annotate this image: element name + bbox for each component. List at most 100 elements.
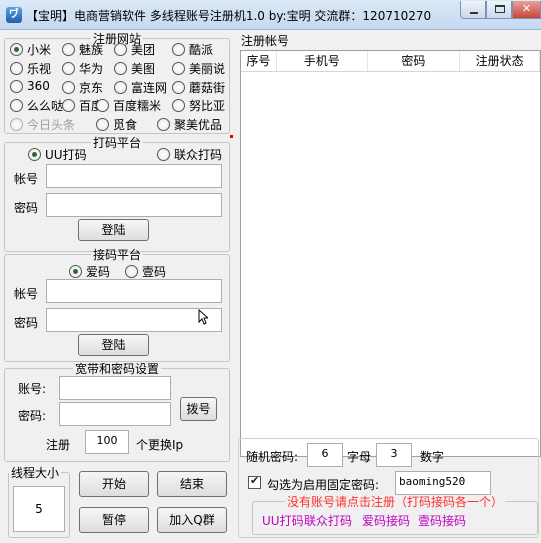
site-radio-3[interactable]: 酷派 [172,41,213,58]
radio-indicator [96,118,109,131]
fixed-password-label: 勾选为启用固定密码: [267,478,380,492]
radio-indicator [10,43,23,56]
random-letters-input[interactable]: 6 [307,443,343,467]
window-title: 【宝明】电商营销软件 多线程账号注册机1.0 by:宝明 交流群：1207102… [26,9,432,23]
site-radio-15[interactable]: 努比亚 [172,97,225,114]
close-icon: ✕ [521,2,532,15]
link-yima-sms[interactable]: 壹码接码 [418,512,466,529]
site-label: 华为 [79,62,104,76]
random-password-label: 随机密码: [246,450,299,464]
accounts-table[interactable]: 序号 手机号 密码 注册状态 [240,50,541,457]
sms-account-input[interactable] [46,279,222,303]
site-radio-10[interactable]: 富连网 [114,79,167,96]
digits-label: 数字 [420,450,445,464]
radio-label: 壹码 [142,265,167,279]
radio-indicator [172,43,185,56]
close-button[interactable]: ✕ [512,1,541,19]
radio-indicator [10,62,23,75]
broadband-account-input[interactable] [59,376,171,400]
register-count-label: 注册 [46,438,71,452]
random-digits-input[interactable]: 3 [376,443,412,467]
radio-indicator [28,148,41,161]
radio-label: UU打码 [45,148,87,162]
site-label: 百度糯米 [113,99,162,113]
broadband-password-input[interactable] [59,402,171,426]
maximize-icon [495,5,505,13]
thread-size-input[interactable]: 5 [13,486,65,532]
radio-indicator [10,79,23,93]
column-header-password[interactable]: 密码 [368,51,461,71]
site-radio-5[interactable]: 华为 [62,60,103,77]
site-label: 聚美优品 [174,118,223,132]
maximize-button[interactable] [486,1,512,19]
captcha-account-input[interactable] [46,164,222,188]
site-radio-11[interactable]: 蘑菇街 [172,79,225,96]
column-header-phone[interactable]: 手机号 [277,51,368,71]
radio-uu-captcha[interactable]: UU打码 [28,146,87,163]
column-header-status[interactable]: 注册状态 [460,51,540,71]
captcha-password-input[interactable] [46,193,222,217]
site-radio-14[interactable]: 百度糯米 [96,97,161,114]
site-label: 么么哒 [27,99,64,113]
radio-lianzhong-captcha[interactable]: 联众打码 [157,146,222,163]
radio-indicator [125,265,138,278]
fixed-password-checkbox[interactable] [248,474,261,489]
captcha-platform-legend: 打码平台 [92,136,141,150]
site-radio-8[interactable]: 360 [10,79,50,93]
broadband-legend: 宽带和密码设置 [74,362,159,376]
radio-indicator [69,265,82,278]
column-header-index[interactable]: 序号 [241,51,277,71]
site-radio-1[interactable]: 魅族 [62,41,103,58]
radio-indicator [172,62,185,75]
start-button[interactable]: 开始 [79,471,149,497]
marker-dot [230,135,233,138]
minimize-icon [470,12,478,14]
letters-label: 字母 [347,450,372,464]
register-count-input[interactable]: 100 [85,430,129,454]
radio-indicator [10,118,23,131]
client-area: 注册网站 小米 魅族 美团 酷派 乐视 华为 美图 美丽说 360 京东 富连网 蘑菇街 么么哒 百度 百度… [0,30,541,543]
site-label: 乐视 [27,62,52,76]
site-radio-2[interactable]: 美团 [114,41,155,58]
link-lianzhong-captcha[interactable]: 联众打码 [304,512,352,529]
fixed-password-input[interactable]: baoming520 [395,471,491,495]
site-radio-7[interactable]: 美丽说 [172,60,225,77]
accounts-legend: 注册帐号 [241,34,290,48]
site-label: 努比亚 [189,99,226,113]
radio-aima[interactable]: 爱码 [69,263,110,280]
link-uu-captcha[interactable]: UU打码 [262,512,304,529]
dial-button[interactable]: 拨号 [180,397,217,421]
radio-indicator [62,43,75,56]
site-radio-0[interactable]: 小米 [10,41,51,58]
end-button[interactable]: 结束 [157,471,227,497]
radio-indicator [172,99,185,112]
site-radio-4[interactable]: 乐视 [10,60,51,77]
pause-button[interactable]: 暂停 [79,507,149,533]
mouse-cursor-icon [198,309,208,325]
site-radio-18[interactable]: 聚美优品 [157,116,222,133]
site-radio-9[interactable]: 京东 [62,79,103,96]
site-label: 美团 [131,43,156,57]
broadband-password-label: 密码: [18,409,47,423]
radio-indicator [10,99,23,112]
site-label: 富连网 [131,81,168,95]
site-radio-12[interactable]: 么么哒 [10,97,63,114]
change-ip-label: 个更换Ip [136,438,184,452]
minimize-button[interactable] [460,1,486,19]
site-label: 京东 [79,81,104,95]
captcha-login-button[interactable]: 登陆 [78,219,149,241]
radio-indicator [62,62,75,75]
sms-password-input[interactable] [46,308,222,332]
site-radio-17[interactable]: 觅食 [96,116,137,133]
radio-label: 联众打码 [174,148,223,162]
site-radio-6[interactable]: 美图 [114,60,155,77]
sms-login-button[interactable]: 登陆 [78,334,149,356]
join-qq-group-button[interactable]: 加入Q群 [157,507,227,533]
captcha-password-label: 密码 [14,201,39,215]
site-label: 觅食 [113,118,138,132]
link-aima-sms[interactable]: 爱码接码 [362,512,410,529]
radio-indicator [172,81,185,94]
site-label: 小米 [27,43,52,57]
site-radio-16: 今日头条 [10,116,75,133]
radio-yima[interactable]: 壹码 [125,263,166,280]
